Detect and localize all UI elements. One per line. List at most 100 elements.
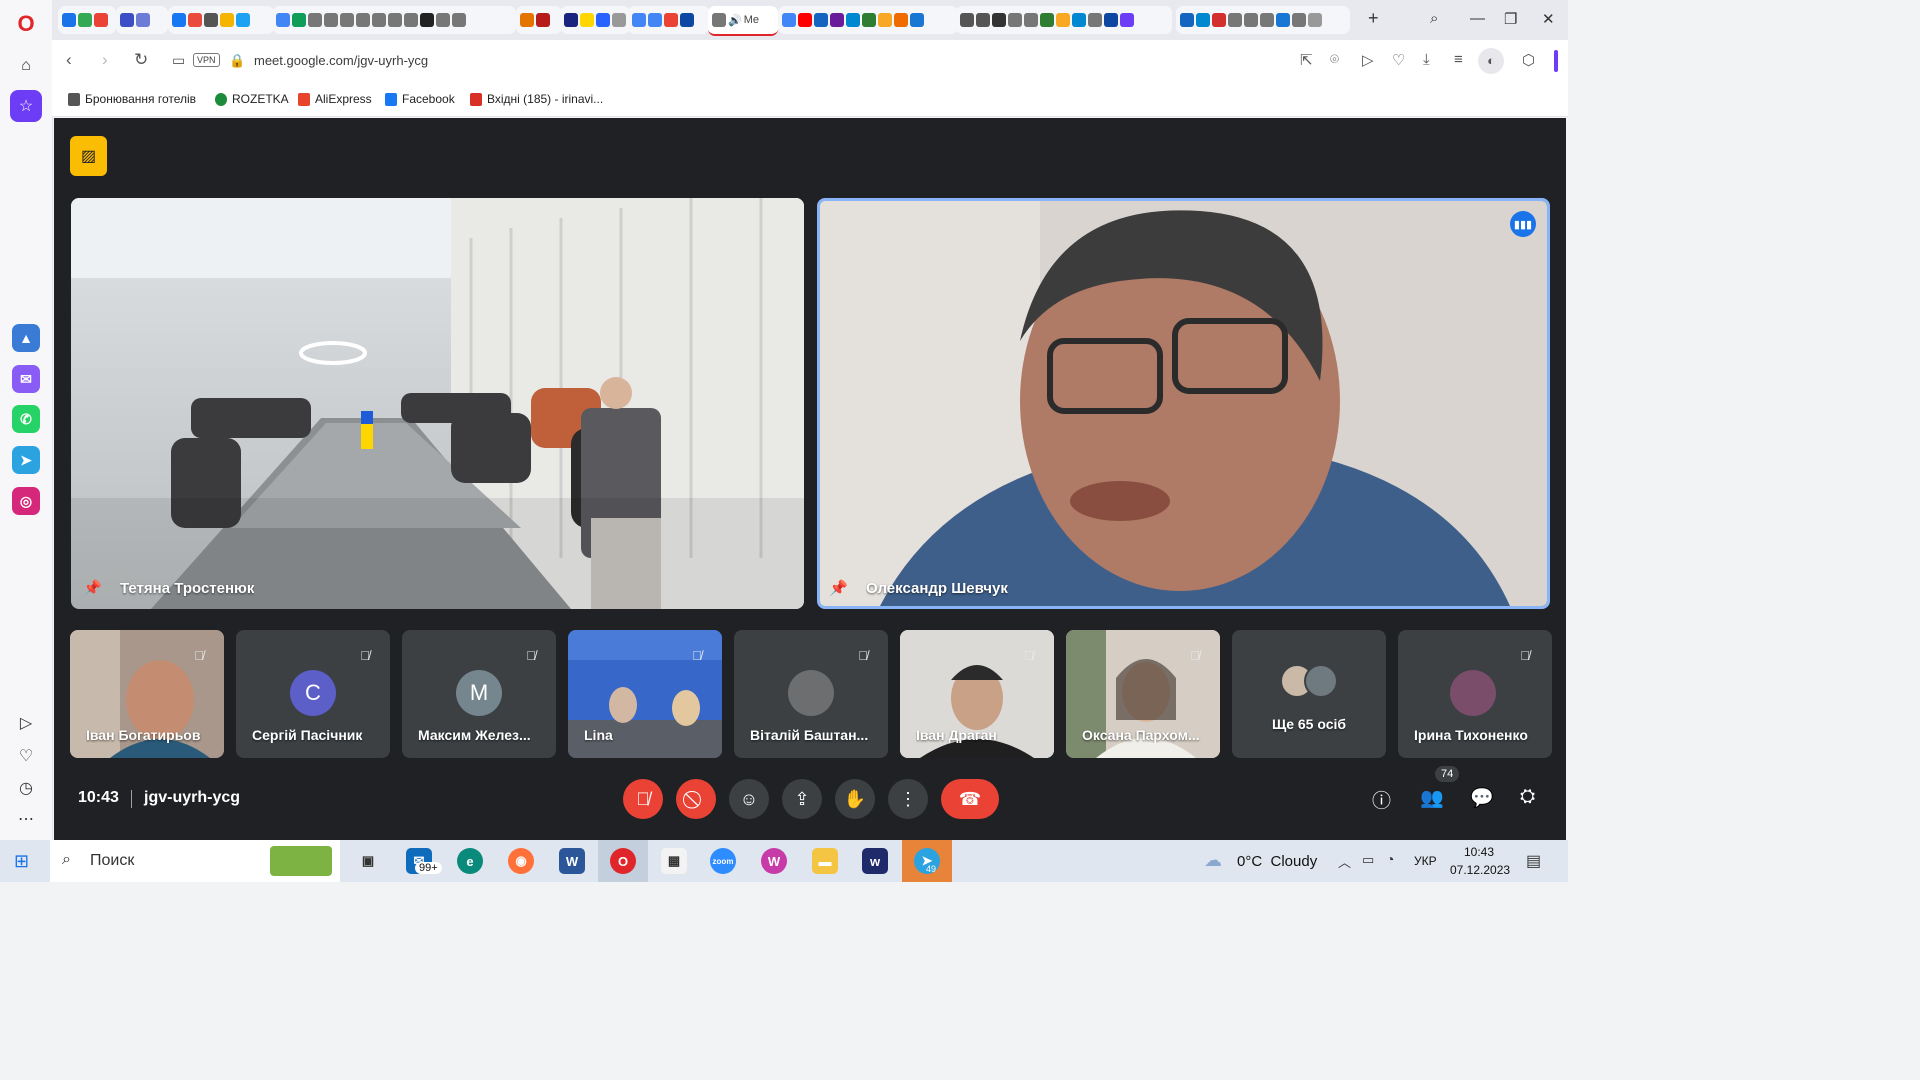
language-indicator[interactable]: УКР xyxy=(1414,854,1437,868)
bookmark-hotels[interactable]: Бронювання готелів xyxy=(68,92,196,106)
file-explorer-icon[interactable]: ▬ xyxy=(812,848,838,874)
taskbar-search[interactable]: ⌕ Поиск xyxy=(50,840,340,882)
snapshot-icon[interactable]: ⌾ xyxy=(1330,51,1339,68)
tab-group-2[interactable] xyxy=(116,6,168,34)
favorites-icon[interactable]: ♡ xyxy=(10,740,42,772)
viber-icon[interactable]: W xyxy=(761,848,787,874)
forward-icon[interactable]: › xyxy=(102,50,108,70)
instagram-icon[interactable]: ◎ xyxy=(12,487,40,515)
aria-icon[interactable]: ▲ xyxy=(12,324,40,352)
video-tile-main-2[interactable]: ▮▮▮ 📌 Олександр Шевчук xyxy=(817,198,1550,609)
tray-chevron-icon[interactable]: ︿ xyxy=(1338,852,1351,871)
present-button[interactable]: ⇪ xyxy=(782,779,822,819)
zoom-icon[interactable]: zoom xyxy=(710,848,736,874)
bookmark-gmail[interactable]: Вхідні (185) - irinavi... xyxy=(470,92,603,106)
send-icon[interactable]: ▷ xyxy=(1362,51,1374,69)
participant-name: Олександр Шевчук xyxy=(866,580,1008,597)
maximize-button[interactable]: ❐ xyxy=(1504,10,1517,28)
store-icon[interactable]: ▦ xyxy=(661,848,687,874)
messenger-icon[interactable]: ✉ xyxy=(12,365,40,393)
firefox-icon[interactable]: ◉ xyxy=(508,848,534,874)
share-icon[interactable]: ⇱ xyxy=(1300,51,1313,69)
word-icon[interactable]: W xyxy=(559,848,585,874)
participant-tile-9[interactable]: 🎙̸ Ірина Тихоненко xyxy=(1398,630,1552,758)
bookmark-aliexpress[interactable]: AliExpress xyxy=(298,92,372,106)
heart-icon[interactable]: ♡ xyxy=(1392,51,1405,69)
tab-group-1[interactable] xyxy=(58,6,116,34)
windows-start-icon[interactable]: ⊞ xyxy=(14,851,29,872)
battery-icon[interactable]: ▭ xyxy=(1362,852,1374,868)
leave-call-button[interactable]: ☎ xyxy=(941,779,999,819)
back-icon[interactable]: ‹ xyxy=(66,50,72,70)
participant-tile-more[interactable]: Ще 65 осіб xyxy=(1232,630,1386,758)
mic-off-icon: 🎙̸ xyxy=(526,647,536,663)
wifi-icon[interactable]: ◔ xyxy=(1386,851,1394,867)
camera-permission-icon[interactable]: ▭ xyxy=(172,52,185,69)
sidebar-toggle[interactable] xyxy=(1554,50,1558,72)
tab-search-icon[interactable]: ⌕ xyxy=(1430,10,1438,27)
taskbar-date[interactable]: 07.12.2023 xyxy=(1450,863,1510,877)
download-icon[interactable]: ⤓ xyxy=(1423,51,1430,68)
edge-icon[interactable]: e xyxy=(457,848,483,874)
pin-icon[interactable]: 📌 xyxy=(83,579,102,597)
mic-off-icon: 🎙̸ xyxy=(858,647,868,663)
url-field[interactable]: meet.google.com/jgv-uyrh-ycg xyxy=(254,53,428,68)
whatsapp-icon[interactable]: ✆ xyxy=(12,405,40,433)
avatar-photo xyxy=(788,670,834,716)
vpn-badge[interactable]: VPN xyxy=(193,53,220,67)
tab-group-10[interactable] xyxy=(1176,6,1350,34)
history-icon[interactable]: ◷ xyxy=(10,772,42,804)
participant-tile-5[interactable]: 🎙̸ Віталій Баштан... xyxy=(734,630,888,758)
camera-toggle-button[interactable]: ⃠ xyxy=(676,779,716,819)
tab-group-8[interactable] xyxy=(778,6,958,34)
activities-icon[interactable]: ⛭ xyxy=(1520,786,1535,808)
tab-group-6[interactable] xyxy=(560,6,630,34)
task-view-icon[interactable]: ▣ xyxy=(355,848,381,874)
taskbar-time[interactable]: 10:43 xyxy=(1464,845,1494,859)
tab-strip: 🔊 Me + ⌕ — ❐ ✕ xyxy=(52,0,1568,40)
participant-tile-2[interactable]: С 🎙̸ Сергій Пасічник xyxy=(236,630,390,758)
reload-icon[interactable]: ↻ xyxy=(134,50,148,70)
easy-setup-icon[interactable]: ≡ xyxy=(1454,51,1463,68)
pinboard-icon[interactable]: ☆ xyxy=(10,90,42,122)
tab-group-4[interactable] xyxy=(272,6,516,34)
participant-tile-1[interactable]: 🎙̸ Іван Богатирьов xyxy=(70,630,224,758)
participant-tile-3[interactable]: М 🎙̸ Максим Желез... xyxy=(402,630,556,758)
participant-tile-6[interactable]: 🎙̸ Іван Драган xyxy=(900,630,1054,758)
extensions-icon[interactable]: ⬡ xyxy=(1522,51,1535,69)
webex-icon[interactable]: w xyxy=(862,848,888,874)
raise-hand-button[interactable]: ✋ xyxy=(835,779,875,819)
mic-off-icon: 🎙̸ xyxy=(194,647,204,663)
mic-toggle-button[interactable]: 🎙̸ xyxy=(623,779,663,819)
tab-group-5[interactable] xyxy=(516,6,562,34)
minimize-button[interactable]: — xyxy=(1470,10,1485,27)
chat-icon[interactable]: 💬 xyxy=(1470,786,1494,810)
profile-icon[interactable]: ◐ xyxy=(1478,48,1504,74)
participant-name: Lina xyxy=(584,727,613,743)
opera-logo-icon[interactable]: O xyxy=(10,8,42,40)
telegram-icon[interactable]: ➤ xyxy=(12,446,40,474)
home-icon[interactable]: ⌂ xyxy=(10,50,42,82)
bookmark-facebook[interactable]: Facebook xyxy=(385,92,455,106)
tab-active[interactable]: 🔊 Me xyxy=(708,6,778,36)
participant-tile-7[interactable]: 🎙̸ Оксана Пархом... xyxy=(1066,630,1220,758)
reactions-button[interactable]: ☺ xyxy=(729,779,769,819)
more-options-button[interactable]: ⋮ xyxy=(888,779,928,819)
pin-icon[interactable]: 📌 xyxy=(829,579,848,597)
captions-off-icon[interactable]: ▨ xyxy=(70,136,107,176)
people-icon[interactable]: 👥 xyxy=(1420,786,1444,810)
notifications-icon[interactable]: ▤ xyxy=(1526,851,1541,871)
close-window-button[interactable]: ✕ xyxy=(1542,10,1555,28)
tab-group-7[interactable] xyxy=(628,6,710,34)
weather-text[interactable]: 0°C Cloudy xyxy=(1237,853,1317,870)
video-tile-main-1[interactable]: 📌 Тетяна Тростенюк xyxy=(71,198,804,609)
bookmark-rozetka[interactable]: ROZETKA xyxy=(215,92,289,106)
mic-off-icon: 🎙̸ xyxy=(692,647,702,663)
participant-tile-4[interactable]: 🎙̸ Lina xyxy=(568,630,722,758)
player-icon[interactable]: ▷ xyxy=(10,707,42,739)
tab-group-9[interactable] xyxy=(956,6,1172,34)
more-icon[interactable]: ⋯ xyxy=(10,803,42,835)
tab-group-3[interactable] xyxy=(168,6,274,34)
new-tab-button[interactable]: + xyxy=(1368,8,1379,29)
meeting-info-icon[interactable]: ⓘ xyxy=(1372,786,1391,813)
